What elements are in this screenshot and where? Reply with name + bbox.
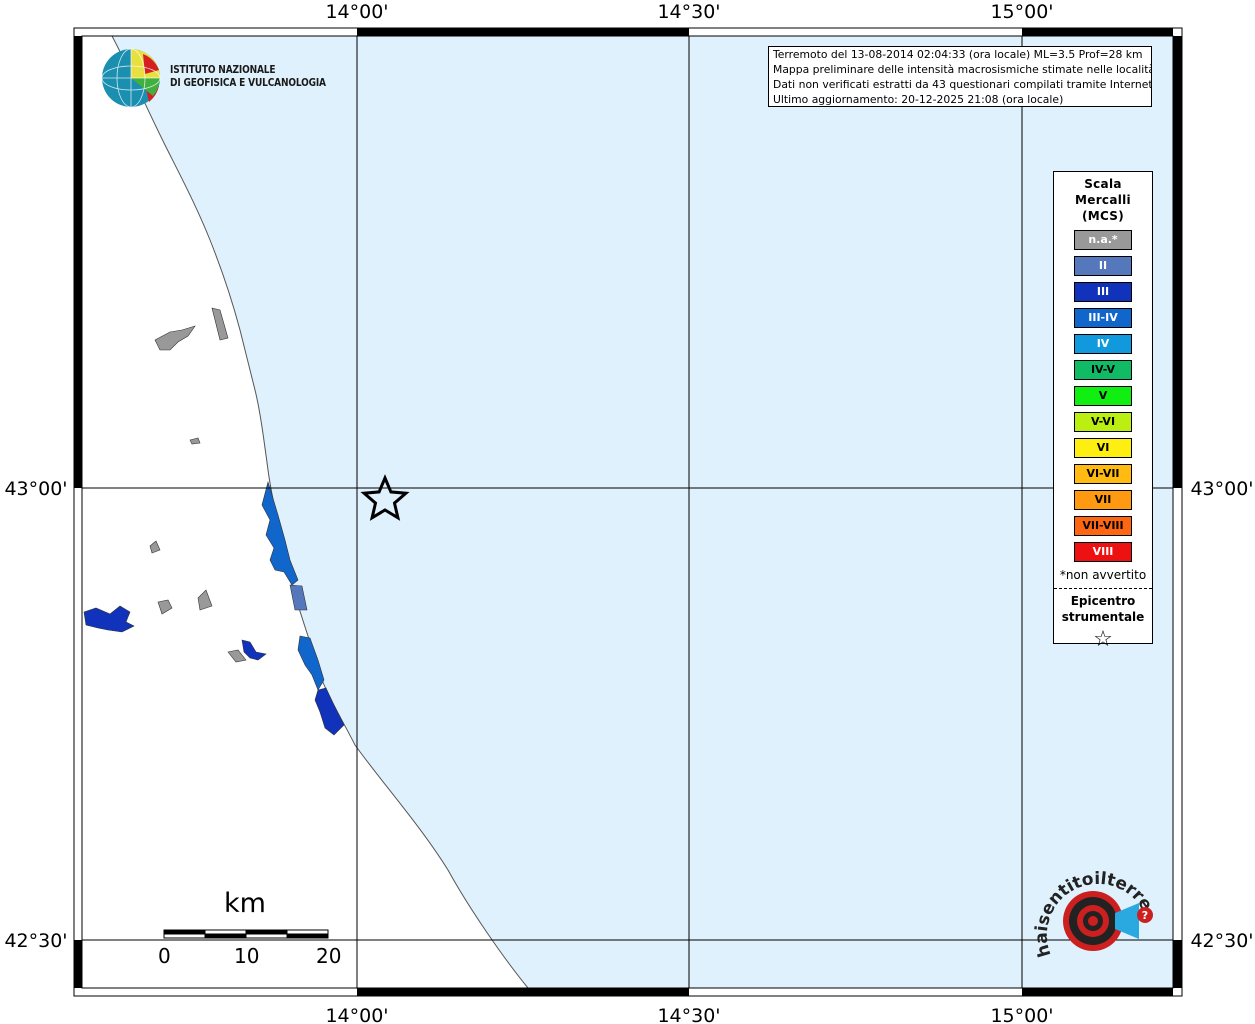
legend-title-line3: (MCS) [1081,209,1125,223]
haisentito-logo-icon: haisentitoilterremoto.it www. ? [1033,855,1156,959]
event-info-line3: Dati non verificati estratti da 43 quest… [773,78,1152,91]
ingv-name-line1: ISTITUTO NAZIONALE [170,64,276,76]
legend-title-line1: Scala [1084,177,1122,191]
intensity-area-iii-inland-2 [241,639,267,661]
legend-separator [1054,588,1152,589]
event-info-line4: Ultimo aggiornamento: 20-12-2025 21:08 (… [773,93,1064,106]
lat-label-left-1: 43°00' [4,478,67,500]
legend-item: V [1074,386,1132,406]
legend-epi-line1: Epicentro [1070,594,1136,608]
event-info-line2: Mappa preliminare delle intensità macros… [773,63,1152,76]
scale-tick-20: 20 [316,944,342,968]
event-info-line1: Terremoto del 13-08-2014 02:04:33 (ora l… [773,48,1143,61]
legend-item: VIII [1074,542,1132,562]
lon-label-top-2: 14°30' [657,1,720,23]
legend-title-line2: Mercalli [1075,193,1131,207]
legend-item: III [1074,282,1132,302]
legend-item: VI-VII [1074,464,1132,484]
na-area-7 [189,437,201,445]
mcs-legend: Scala Mercalli (MCS) n.a.* II III III-IV IV I… [1053,171,1153,652]
ingv-name-line2: DI GEOFISICA E VULCANOLOGIA [170,77,326,89]
legend-item: IV [1074,334,1132,354]
scale-bar [163,929,329,939]
legend-note: *non avvertito [1059,568,1147,582]
na-area-2 [211,307,229,341]
legend-title: Scala Mercalli (MCS) [1054,176,1152,224]
legend-item: VII-VIII [1074,516,1132,536]
legend-item: IV-V [1074,360,1132,380]
scale-unit: km [224,888,266,919]
legend-item: V-VI [1074,412,1132,432]
na-area-1 [154,325,196,351]
legend-items: n.a.* II III III-IV IV IV-V V V-VI VI VI-VII VII VI… [1054,230,1152,562]
legend-item: VII [1074,490,1132,510]
ingv-globe-icon [101,48,161,108]
lon-label-bottom-1: 14°00' [325,1005,388,1024]
intensity-area-iii-inland [83,605,135,633]
legend-item: II [1074,256,1132,276]
lon-label-top-3: 15°00' [990,1,1053,23]
legend-item: III-IV [1074,308,1132,328]
legend-star-icon: ☆ [1093,627,1113,652]
lon-label-bottom-2: 14°30' [657,1005,720,1024]
svg-text:?: ? [1142,909,1148,922]
legend-item: VI [1074,438,1132,458]
legend-epi-line2: strumentale [1061,610,1145,624]
event-info-box: Terremoto del 13-08-2014 02:04:33 (ora l… [768,46,1152,107]
ingv-name: ISTITUTO NAZIONALE DI GEOFISICA E VULCAN… [170,64,326,90]
lon-label-top-1: 14°00' [325,1,388,23]
legend-item: n.a.* [1074,230,1132,250]
scale-tick-0: 0 [158,944,171,968]
lat-label-right-2: 42°30' [1190,930,1253,952]
legend-epicenter-title: Epicentro strumentale [1054,593,1152,625]
lon-label-bottom-3: 15°00' [990,1005,1053,1024]
na-area-5 [197,589,213,611]
scale-tick-10: 10 [234,944,260,968]
na-area-4 [157,599,173,615]
lat-label-right-1: 43°00' [1190,478,1253,500]
na-area-6 [227,649,247,663]
lat-label-left-2: 42°30' [4,930,67,952]
na-area-3 [149,540,161,554]
